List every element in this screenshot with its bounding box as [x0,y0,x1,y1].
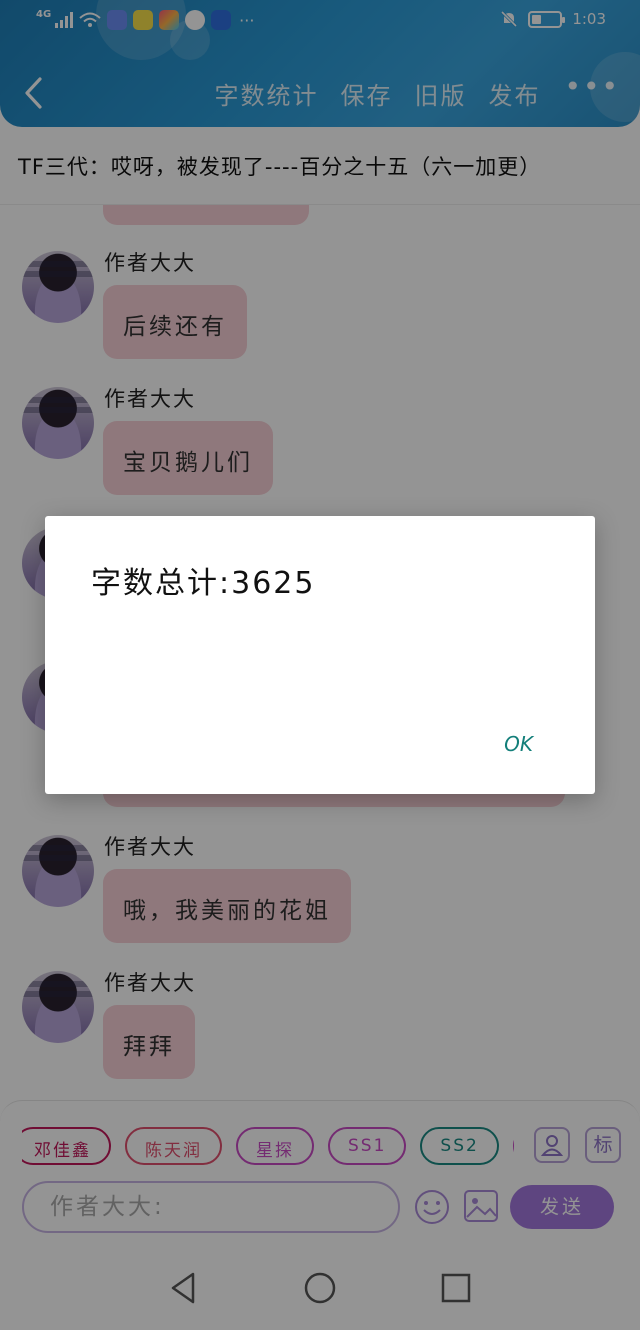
word-count-dialog: 字数总计:3625 OK [45,516,595,794]
dialog-message: 字数总计:3625 [91,566,316,601]
ok-button[interactable]: OK [504,732,533,756]
